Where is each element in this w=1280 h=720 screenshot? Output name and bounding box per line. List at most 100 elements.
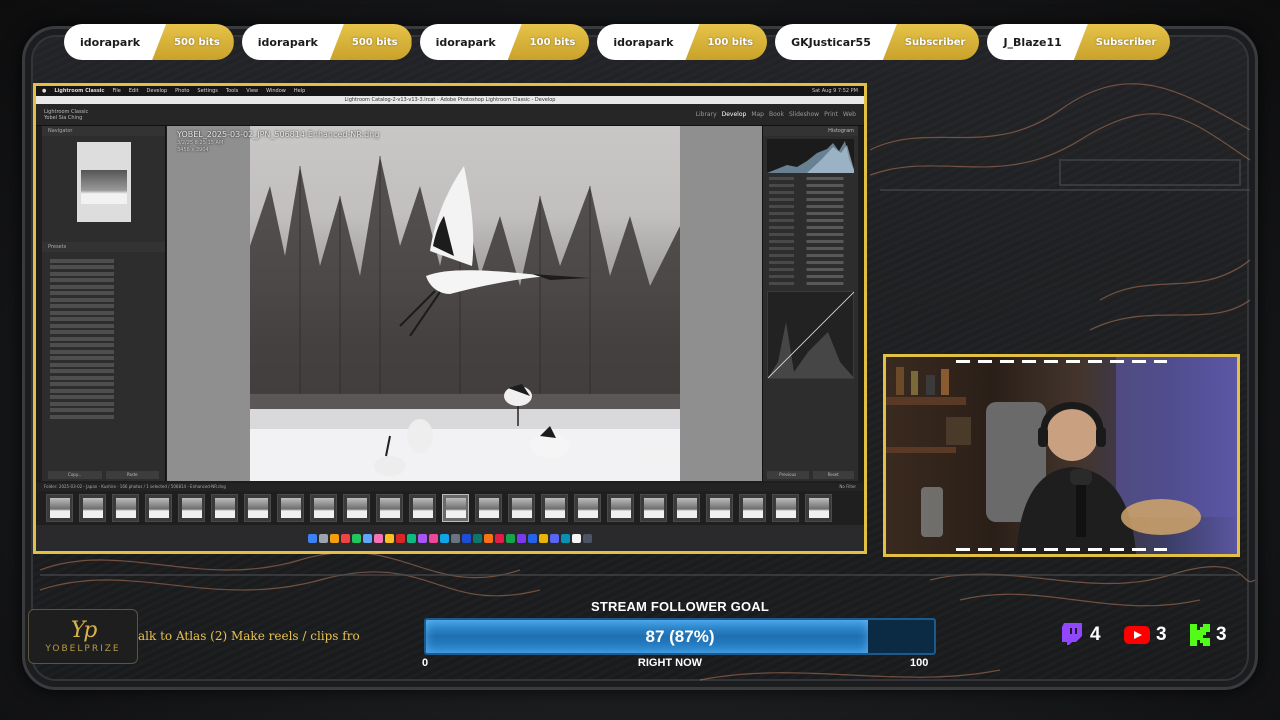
facetime-icon[interactable] (407, 533, 416, 543)
preset-item[interactable] (50, 356, 157, 360)
filmstrip-thumbnail[interactable] (409, 494, 436, 522)
messages-icon[interactable] (352, 533, 361, 543)
slider-row[interactable] (769, 254, 852, 257)
filmstrip-thumbnail[interactable] (607, 494, 634, 522)
preset-item[interactable] (50, 310, 157, 315)
crane-photo[interactable] (250, 126, 680, 481)
filmstrip-thumbnail[interactable] (739, 494, 766, 522)
preset-item[interactable] (50, 265, 157, 269)
text-edit-icon[interactable] (572, 533, 581, 543)
lightroom-icon[interactable] (462, 533, 471, 543)
acrobat-icon[interactable] (495, 533, 504, 543)
preset-item[interactable] (50, 388, 157, 393)
appstore-icon[interactable] (440, 533, 449, 543)
notes-icon[interactable] (385, 533, 394, 543)
filmstrip-thumbnail[interactable] (244, 494, 271, 522)
module-develop[interactable]: Develop (722, 111, 747, 118)
preset-item[interactable] (50, 408, 157, 412)
filmstrip-thumbnail[interactable] (343, 494, 370, 522)
preset-item[interactable] (50, 284, 157, 289)
twitch-app-icon[interactable] (517, 533, 526, 543)
filmstrip-thumbnail[interactable] (508, 494, 535, 522)
slider-row[interactable] (769, 205, 852, 208)
filmstrip-thumbnail[interactable] (112, 494, 139, 522)
menubar-app-name[interactable]: Lightroom Classic (54, 88, 104, 94)
reset-button[interactable]: Reset (812, 471, 854, 479)
filmstrip-thumbnail[interactable] (376, 494, 403, 522)
music-icon[interactable] (429, 533, 438, 543)
illustrator-icon[interactable] (484, 533, 493, 543)
menu-tools[interactable]: Tools (226, 88, 238, 94)
paste-button[interactable]: Paste (105, 471, 159, 479)
menu-window[interactable]: Window (266, 88, 286, 94)
menu-view[interactable]: View (246, 88, 258, 94)
navigator-header[interactable]: Navigator (42, 126, 165, 136)
filmstrip-source[interactable]: Folder: 2025-03-02 - Japan - Kushiro · 1… (44, 484, 226, 489)
slider-row[interactable] (769, 268, 852, 271)
preset-item[interactable] (50, 271, 157, 276)
module-library[interactable]: Library (696, 111, 717, 118)
settings-icon[interactable] (451, 533, 460, 543)
apple-icon[interactable]: ● (42, 88, 46, 94)
module-map[interactable]: Map (751, 111, 764, 118)
module-slideshow[interactable]: Slideshow (789, 111, 819, 118)
preset-item[interactable] (50, 382, 157, 386)
module-print[interactable]: Print (824, 111, 838, 118)
preset-item[interactable] (50, 414, 157, 419)
preset-item[interactable] (50, 375, 157, 380)
preset-item[interactable] (50, 317, 157, 321)
preset-item[interactable] (50, 304, 157, 308)
tone-curve[interactable] (767, 291, 855, 379)
preset-item[interactable] (50, 362, 157, 367)
previous-button[interactable]: Previous (767, 471, 809, 479)
preset-item[interactable] (50, 343, 157, 347)
slider-row[interactable] (769, 226, 852, 229)
slider-row[interactable] (769, 282, 852, 285)
filmstrip-thumbnail[interactable] (46, 494, 73, 522)
spotify-icon[interactable] (506, 533, 515, 543)
filter-label[interactable]: No Filter (839, 483, 856, 491)
discord-icon[interactable] (550, 533, 559, 543)
histogram-header[interactable]: Histogram (763, 126, 858, 136)
menu-file[interactable]: File (112, 88, 120, 94)
filmstrip-thumbnail[interactable] (145, 494, 172, 522)
photos-icon[interactable] (374, 533, 383, 543)
preset-item[interactable] (50, 291, 157, 295)
lightroom-classic-icon[interactable] (473, 533, 482, 543)
filmstrip-thumbnail[interactable] (574, 494, 601, 522)
menu-settings[interactable]: Settings (197, 88, 218, 94)
filmstrip-thumbnail[interactable] (310, 494, 337, 522)
slider-row[interactable] (769, 219, 852, 222)
image-view[interactable]: YOBEL_2025-03-02_JPN_506814-Enhanced-NR.… (167, 126, 762, 481)
filmstrip-thumbnail[interactable] (772, 494, 799, 522)
copy-button[interactable]: Copy... (48, 471, 102, 479)
filmstrip-thumbnail[interactable] (673, 494, 700, 522)
chrome-icon[interactable] (341, 533, 350, 543)
filmstrip-thumbnail[interactable] (706, 494, 733, 522)
slider-row[interactable] (769, 275, 852, 278)
presets-header[interactable]: Presets (42, 242, 165, 252)
filmstrip-thumbnail[interactable] (475, 494, 502, 522)
menu-photo[interactable]: Photo (175, 88, 189, 94)
filmstrip-thumbnail[interactable] (640, 494, 667, 522)
slider-row[interactable] (769, 261, 852, 264)
finder-icon[interactable] (308, 533, 317, 543)
filmstrip-thumbnail-selected[interactable] (442, 494, 469, 522)
filmstrip-thumbnail[interactable] (277, 494, 304, 522)
preset-item[interactable] (50, 323, 157, 328)
filmstrip-thumbnail[interactable] (805, 494, 832, 522)
bridge-icon[interactable] (539, 533, 548, 543)
preset-item[interactable] (50, 297, 157, 302)
preset-item[interactable] (50, 401, 157, 406)
filmstrip-thumbnail[interactable] (79, 494, 106, 522)
launchpad-icon[interactable] (319, 533, 328, 543)
tool-row[interactable] (769, 198, 852, 201)
filmstrip-thumbnail[interactable] (178, 494, 205, 522)
menu-develop[interactable]: Develop (147, 88, 168, 94)
module-web[interactable]: Web (843, 111, 856, 118)
safari-icon[interactable] (330, 533, 339, 543)
menu-help[interactable]: Help (294, 88, 305, 94)
trash-icon[interactable] (583, 533, 592, 543)
slider-row[interactable] (769, 240, 852, 243)
tool-row[interactable] (769, 191, 852, 194)
